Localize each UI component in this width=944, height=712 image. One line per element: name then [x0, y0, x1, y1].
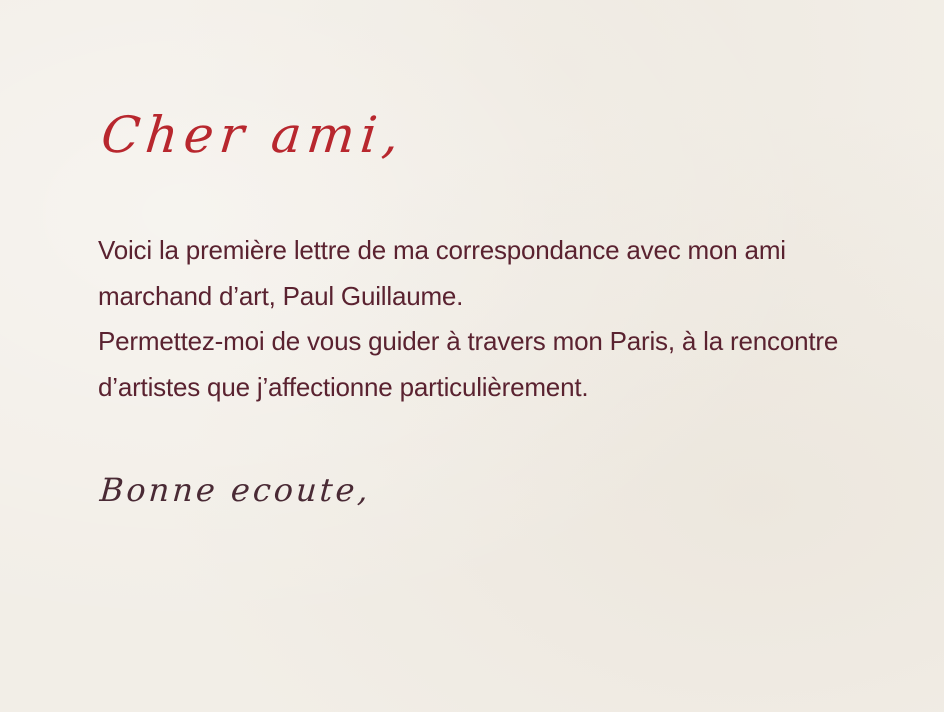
letter-signoff: Bonne ecoute,	[98, 471, 373, 509]
letter-greeting: Cher ami,	[98, 106, 408, 164]
letter-body: Voici la première lettre de ma correspon…	[98, 228, 878, 410]
letter-paragraph: Voici la première lettre de ma correspon…	[98, 235, 786, 311]
letter: Cher ami, Voici la première lettre de ma…	[98, 0, 878, 712]
letter-paragraph: Permettez-moi de vous guider à travers m…	[98, 326, 839, 402]
